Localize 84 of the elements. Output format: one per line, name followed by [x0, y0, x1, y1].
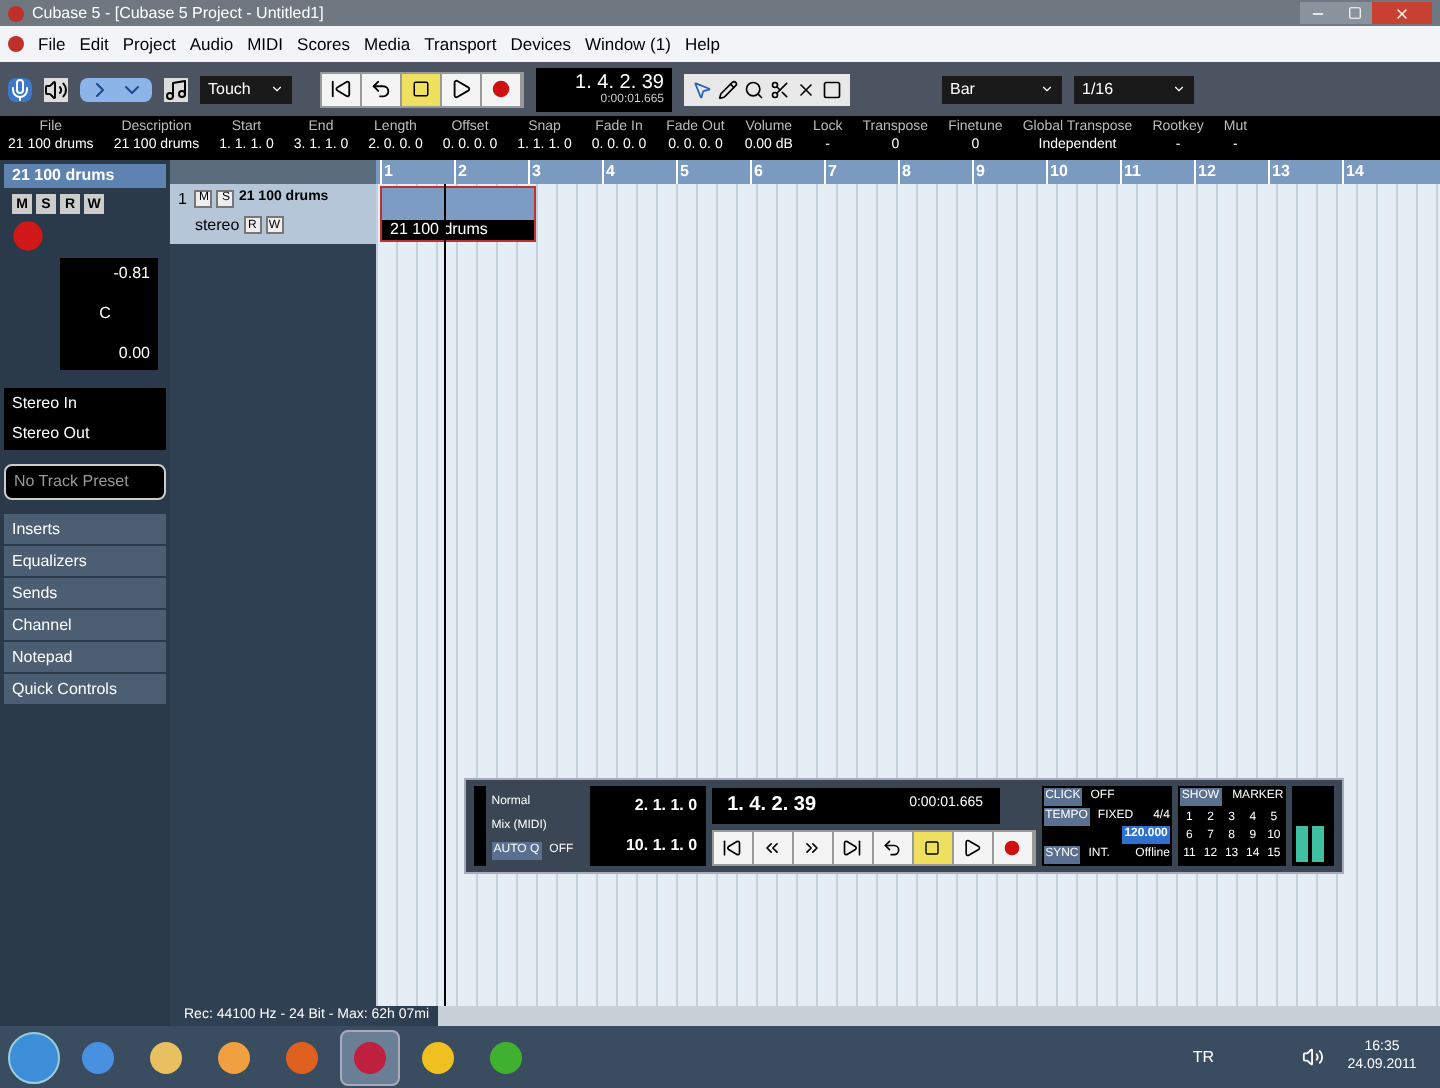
square-icon [924, 839, 941, 855]
maximize-icon [1347, 6, 1361, 20]
skip-forward-icon [842, 837, 863, 857]
go-to-start-button[interactable] [713, 831, 754, 863]
delay-value: 0.00 [116, 342, 150, 366]
app-icon [422, 1041, 454, 1073]
microphone-icon[interactable] [8, 77, 32, 101]
play-icon [962, 837, 983, 857]
double-chevron-left-icon [762, 837, 783, 857]
menu-item[interactable]: Help [684, 31, 720, 57]
play-button[interactable] [953, 831, 994, 863]
pan-value: C [97, 302, 113, 326]
pencil-icon[interactable] [718, 79, 738, 99]
inspector-section[interactable]: Quick Controls [4, 674, 166, 704]
go-to-start-button[interactable] [322, 73, 362, 105]
input-routing[interactable]: Stereo In [12, 392, 158, 416]
square-icon[interactable] [822, 79, 842, 99]
quantize-dropdown[interactable]: 1/16 [1074, 75, 1194, 103]
grid-type-dropdown[interactable]: Bar [942, 75, 1062, 103]
menu-item[interactable]: Audio [189, 31, 234, 57]
menu-item[interactable]: Project [122, 31, 176, 57]
record-dot-icon [492, 80, 510, 98]
skip-back-icon [330, 78, 352, 100]
output-meter [1291, 786, 1335, 866]
speaker-icon[interactable] [44, 77, 68, 101]
inspector-section[interactable]: Notepad [4, 642, 166, 672]
double-chevron-right-icon [802, 837, 823, 857]
taskbar-app[interactable] [340, 1029, 400, 1085]
pointer-icon[interactable] [692, 79, 712, 99]
square-icon [412, 80, 430, 98]
caret-icon [1172, 82, 1186, 96]
window-title: Cubase 5 - [Cubase 5 Project - Untitled1] [32, 1, 324, 25]
menu-item[interactable]: Edit [79, 31, 109, 57]
volume-value: -0.81 [111, 262, 150, 286]
track-preset-field[interactable]: No Track Preset [4, 464, 166, 500]
inspector-section[interactable]: Equalizers [4, 546, 166, 576]
menu-item[interactable]: Media [364, 31, 411, 57]
record-button[interactable] [482, 73, 522, 105]
play-button[interactable] [442, 73, 482, 105]
automation-mode-dropdown[interactable]: Touch [200, 75, 292, 103]
app-icon [286, 1041, 318, 1073]
app-icon [354, 1041, 386, 1073]
track-number: 1 [178, 188, 187, 212]
rewind-button[interactable] [753, 831, 794, 863]
right-locator[interactable]: 10. 1. 1. 0 [625, 834, 698, 858]
app-icon [490, 1041, 522, 1073]
go-to-end-button[interactable] [833, 831, 874, 863]
menu-item[interactable]: Devices [510, 31, 571, 57]
stop-button[interactable] [913, 831, 954, 863]
inspector-section[interactable]: Channel [4, 610, 166, 640]
cycle-button[interactable] [873, 831, 914, 863]
menu-item[interactable]: Window (1) [584, 31, 671, 57]
record-dot-icon [1004, 839, 1021, 855]
inspector-track-name[interactable]: 21 100 drums [4, 164, 166, 188]
caret-icon [1040, 82, 1054, 96]
menu-item[interactable]: File [38, 31, 66, 57]
start-button[interactable] [8, 1031, 60, 1083]
menu-item[interactable]: MIDI [247, 31, 284, 57]
speaker-icon[interactable] [1302, 1046, 1324, 1068]
record-button[interactable] [993, 831, 1034, 863]
cycle-button[interactable] [362, 73, 402, 105]
horizontal-scrollbar[interactable] [437, 1006, 1440, 1026]
fast-forward-button[interactable] [793, 831, 834, 863]
level-meter [474, 786, 486, 866]
loop-arrow-icon [370, 78, 392, 100]
track-channel: stereo [194, 213, 240, 237]
play-icon [450, 78, 472, 100]
app-icon [82, 1041, 114, 1073]
close-icon [1394, 5, 1410, 21]
app-icon [218, 1041, 250, 1073]
inspector-section[interactable]: Inserts [4, 514, 166, 544]
left-locator[interactable]: 2. 1. 1. 0 [634, 794, 698, 818]
scissors-icon[interactable] [770, 79, 790, 99]
skip-back-icon [722, 837, 743, 857]
app-icon [150, 1041, 182, 1073]
menu-item[interactable]: Transport [424, 31, 497, 57]
language-indicator[interactable]: TR [1192, 1045, 1214, 1069]
loop-arrow-icon [882, 837, 903, 857]
search-icon[interactable] [744, 79, 764, 99]
menu-item[interactable]: Scores [297, 31, 350, 57]
output-routing[interactable]: Stereo Out [12, 422, 158, 446]
stop-button[interactable] [402, 73, 442, 105]
caret-icon [270, 82, 284, 96]
inspector-section[interactable]: Sends [4, 578, 166, 608]
